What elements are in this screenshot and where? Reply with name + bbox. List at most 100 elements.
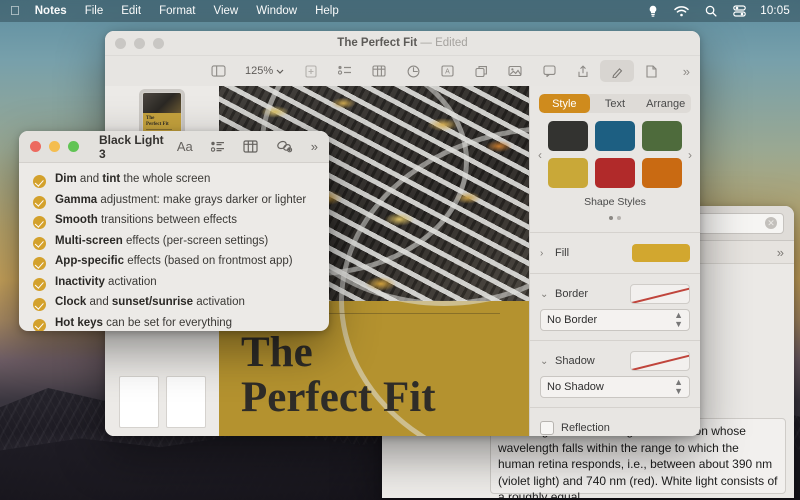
- style-page-dots[interactable]: [530, 211, 700, 223]
- minimize-button[interactable]: [49, 141, 60, 152]
- check-icon[interactable]: [33, 319, 46, 332]
- notes-window[interactable]: Black Light 3 Aa » Dim and tint the whol…: [19, 131, 329, 331]
- reflection-row[interactable]: Reflection: [530, 417, 700, 436]
- document-headline[interactable]: The Perfect Fit: [241, 330, 516, 420]
- check-icon[interactable]: [33, 257, 46, 270]
- list-item[interactable]: Hot keys can be set for everything: [33, 317, 315, 332]
- border-style-select[interactable]: No Border ▲▼: [540, 309, 690, 331]
- fill-color-swatch[interactable]: [632, 244, 690, 262]
- clear-icon[interactable]: ✕: [765, 217, 777, 229]
- table-icon[interactable]: [243, 140, 258, 153]
- bulb-icon[interactable]: [640, 5, 666, 18]
- list-item[interactable]: Multi-screen effects (per-screen setting…: [33, 235, 315, 256]
- shape-icon[interactable]: [464, 60, 498, 82]
- list-item[interactable]: Inactivity activation: [33, 276, 315, 297]
- list-item[interactable]: Dim and tint the whole screen: [33, 173, 315, 194]
- format-icon[interactable]: [600, 60, 634, 82]
- format-inspector-panel[interactable]: Style Text Arrange ‹ › Shape Styles › Fi…: [529, 86, 700, 436]
- page-thumbnail-11[interactable]: 11: [166, 376, 206, 428]
- menu-item-window[interactable]: Window: [247, 0, 306, 22]
- tab-text[interactable]: Text: [590, 94, 641, 113]
- more-icon[interactable]: »: [311, 139, 318, 154]
- menu-item-help[interactable]: Help: [306, 0, 348, 22]
- control-center-icon[interactable]: [725, 5, 754, 17]
- minimize-button[interactable]: [134, 38, 145, 49]
- close-button[interactable]: [115, 38, 126, 49]
- list-item[interactable]: Clock and sunset/sunrise activation: [33, 296, 315, 317]
- shape-style-swatch-6[interactable]: [642, 158, 682, 188]
- menu-bar-items[interactable]:  Notes File Edit Format View Window Hel…: [0, 0, 348, 22]
- check-icon[interactable]: [33, 278, 46, 291]
- shape-style-swatch-1[interactable]: [548, 121, 588, 151]
- list-item[interactable]: Gamma adjustment: make grays darker or l…: [33, 194, 315, 215]
- menu-item-notes[interactable]: Notes: [26, 0, 76, 22]
- next-styles-button[interactable]: ›: [684, 148, 696, 162]
- border-none-swatch[interactable]: [630, 284, 690, 304]
- search-icon[interactable]: [697, 5, 725, 17]
- zoom-button[interactable]: [153, 38, 164, 49]
- more-icon[interactable]: »: [777, 245, 784, 260]
- zoom-button[interactable]: [68, 141, 79, 152]
- chevron-down-icon[interactable]: ⌄: [540, 289, 549, 300]
- shape-style-swatch-4[interactable]: [548, 158, 588, 188]
- shape-style-swatch-3[interactable]: [642, 121, 682, 151]
- window-controls[interactable]: [115, 38, 164, 49]
- chart-icon[interactable]: [396, 60, 430, 82]
- shadow-row[interactable]: ⌄ Shadow: [530, 350, 700, 372]
- document-icon[interactable]: [634, 60, 668, 82]
- toolbar-overflow-button[interactable]: »: [683, 64, 700, 79]
- prev-styles-button[interactable]: ‹: [534, 148, 546, 162]
- notes-toolbar[interactable]: Aa »: [177, 139, 318, 154]
- notes-titlebar[interactable]: Black Light 3 Aa »: [19, 131, 329, 163]
- list-item[interactable]: Smooth transitions between effects: [33, 214, 315, 235]
- border-row[interactable]: ⌄ Border: [530, 283, 700, 305]
- stepper-icon[interactable]: ▲▼: [674, 311, 683, 329]
- checklist-icon[interactable]: [211, 141, 225, 153]
- link-icon[interactable]: [276, 140, 293, 153]
- check-icon[interactable]: [33, 298, 46, 311]
- pages-titlebar[interactable]: The Perfect Fit — Edited: [105, 31, 700, 56]
- tab-arrange[interactable]: Arrange: [640, 94, 691, 113]
- inspector-tabs[interactable]: Style Text Arrange: [539, 94, 691, 113]
- media-icon[interactable]: [498, 60, 532, 82]
- check-icon[interactable]: [33, 216, 46, 229]
- menu-item-file[interactable]: File: [76, 0, 113, 22]
- tab-style[interactable]: Style: [539, 94, 590, 113]
- window-controls[interactable]: [30, 141, 79, 152]
- table-of-contents-icon[interactable]: [328, 60, 362, 82]
- menu-item-format[interactable]: Format: [150, 0, 204, 22]
- apple-icon[interactable]: : [8, 0, 26, 22]
- format-aa-icon[interactable]: Aa: [177, 139, 193, 154]
- check-icon[interactable]: [33, 237, 46, 250]
- wifi-icon[interactable]: [666, 6, 697, 17]
- insert-page-icon[interactable]: [294, 60, 328, 82]
- shape-style-swatches[interactable]: [546, 119, 684, 190]
- page-thumbnail-10[interactable]: 10: [119, 376, 159, 428]
- table-icon[interactable]: [362, 60, 396, 82]
- menu-item-view[interactable]: View: [204, 0, 247, 22]
- menu-bar[interactable]:  Notes File Edit Format View Window Hel…: [0, 0, 800, 22]
- fill-row[interactable]: › Fill: [530, 242, 700, 264]
- chevron-down-icon[interactable]: ⌄: [540, 356, 549, 367]
- text-box-icon[interactable]: A: [430, 60, 464, 82]
- menu-bar-status[interactable]: 10:05: [640, 5, 800, 18]
- check-icon[interactable]: [33, 175, 46, 188]
- close-button[interactable]: [30, 141, 41, 152]
- pages-toolbar[interactable]: 125% A: [105, 56, 700, 87]
- zoom-level-control[interactable]: 125%: [239, 63, 290, 79]
- share-icon[interactable]: [566, 60, 600, 82]
- comment-icon[interactable]: [532, 60, 566, 82]
- shape-style-swatch-2[interactable]: [595, 121, 635, 151]
- shadow-style-select[interactable]: No Shadow ▲▼: [540, 376, 690, 398]
- stepper-icon[interactable]: ▲▼: [674, 378, 683, 396]
- menu-bar-clock[interactable]: 10:05: [754, 5, 790, 17]
- shadow-none-swatch[interactable]: [630, 351, 690, 371]
- shape-styles-picker[interactable]: ‹ ›: [530, 119, 700, 190]
- check-icon[interactable]: [33, 196, 46, 209]
- chevron-right-icon[interactable]: ›: [540, 248, 549, 259]
- shape-style-swatch-5[interactable]: [595, 158, 635, 188]
- notes-checklist[interactable]: Dim and tint the whole screen Gamma adju…: [19, 163, 329, 331]
- reflection-checkbox[interactable]: [540, 421, 554, 435]
- sidebar-view-icon[interactable]: [201, 60, 235, 82]
- list-item[interactable]: App-specific effects (based on frontmost…: [33, 255, 315, 276]
